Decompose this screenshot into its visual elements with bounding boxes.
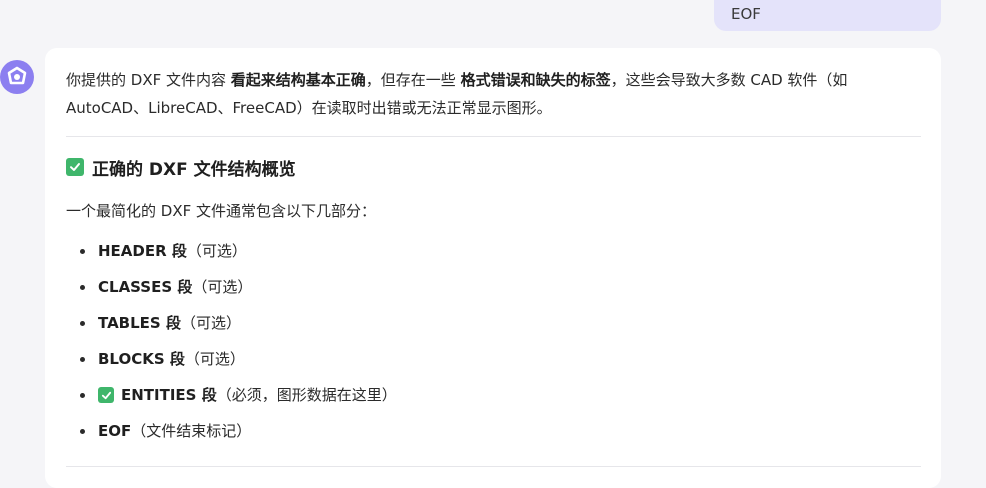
section-note: （可选） [192,278,253,296]
intro-text-1: 你提供的 DXF 文件内容 [66,71,231,89]
intro-paragraph: 你提供的 DXF 文件内容 看起来结构基本正确，但存在一些 格式错误和缺失的标签… [66,66,921,122]
section-note: （可选） [180,314,241,332]
section-heading: 正确的 DXF 文件结构概览 [66,153,921,181]
assistant-avatar-icon [0,60,34,94]
assistant-message-card: 你提供的 DXF 文件内容 看起来结构基本正确，但存在一些 格式错误和缺失的标签… [45,48,941,488]
section-name: ENTITIES 段 [121,386,217,404]
section-name: EOF [98,422,132,440]
structure-description: 一个最简化的 DXF 文件通常包含以下几部分： [66,202,376,220]
user-message-bubble: EOF [714,0,941,31]
list-item: ENTITIES 段（必须，图形数据在这里） [66,377,921,413]
list-item: BLOCKS 段（可选） [66,341,921,377]
user-message-text: EOF [731,5,761,23]
list-item: EOF （文件结束标记） [66,413,921,449]
section-divider [66,136,921,137]
check-mark-icon [66,158,84,176]
section-name: HEADER 段 [98,242,187,260]
list-item: TABLES 段（可选） [66,305,921,341]
bottom-divider [66,466,921,467]
section-note: （文件结束标记） [131,422,252,440]
intro-text-2: ，但存在一些 [365,71,461,89]
section-note: （必须，图形数据在这里） [216,386,397,404]
section-name: BLOCKS 段 [98,350,185,368]
section-note: （可选） [184,350,245,368]
intro-bold-1: 看起来结构基本正确 [230,71,366,89]
intro-bold-2: 格式错误和缺失的标签 [460,71,611,89]
section-note: （可选） [186,242,247,260]
list-item: CLASSES 段（可选） [66,269,921,305]
section-heading-text: 正确的 DXF 文件结构概览 [92,159,296,180]
section-list: HEADER 段（可选） CLASSES 段（可选） TABLES 段（可选） … [66,233,921,449]
section-name: CLASSES 段 [98,278,193,296]
section-name: TABLES 段 [98,314,181,332]
list-item: HEADER 段（可选） [66,233,921,269]
check-mark-icon [98,387,114,403]
